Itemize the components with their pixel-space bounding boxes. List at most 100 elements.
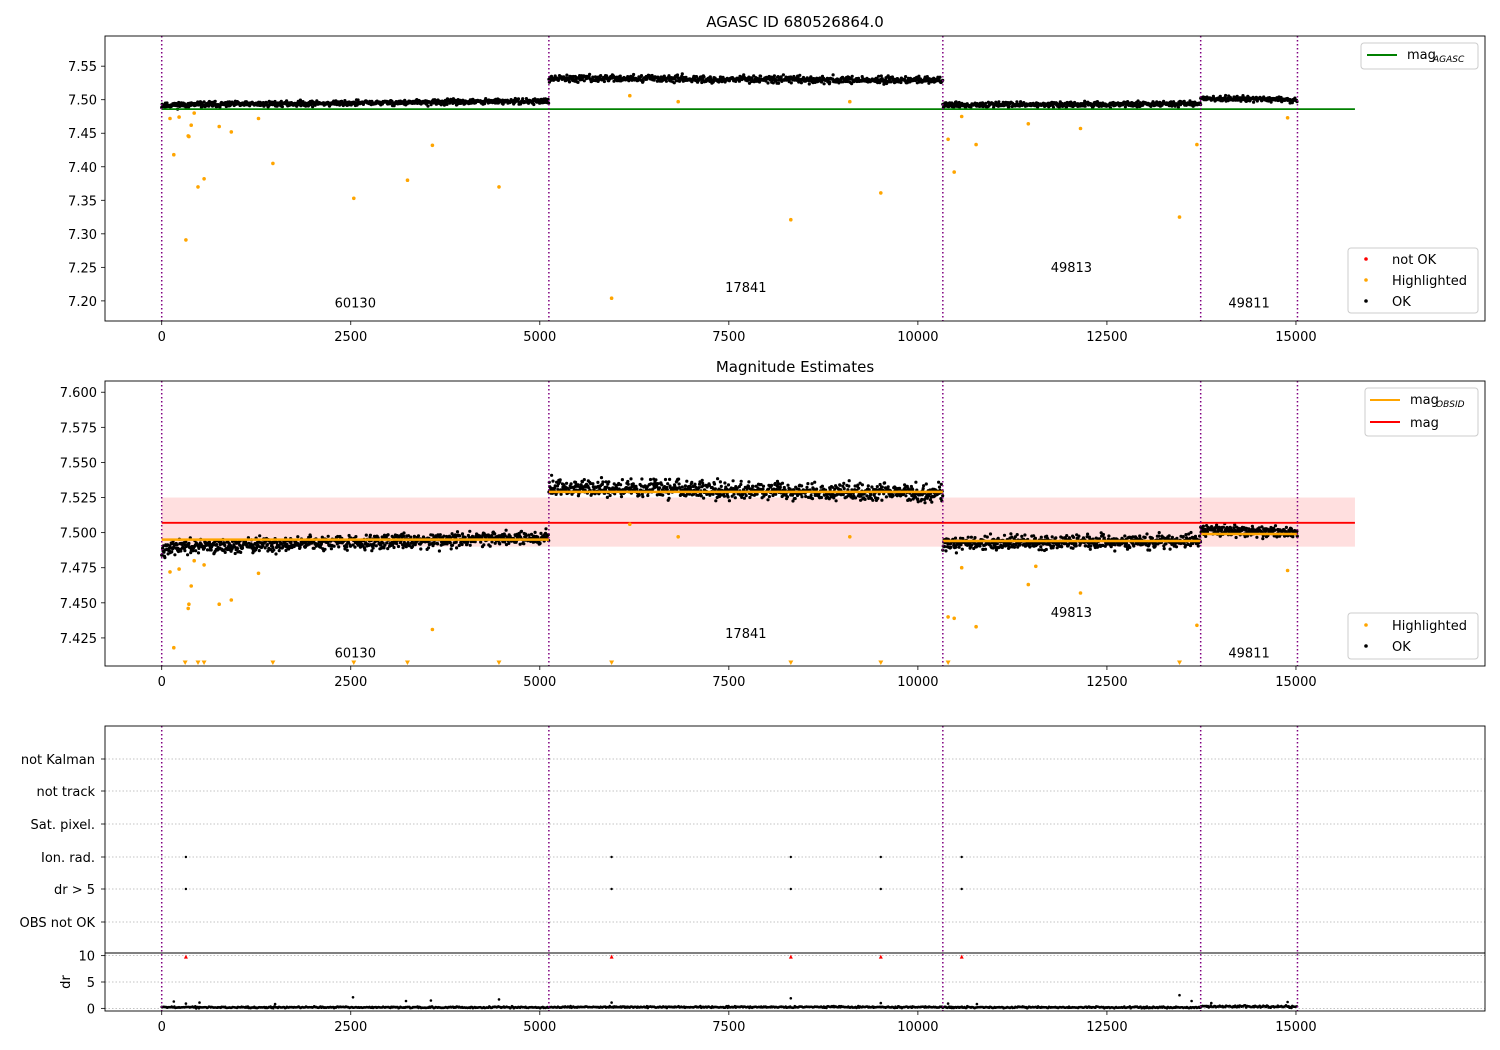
ok-point [233,551,237,556]
ok-point [607,480,611,484]
dr-tick-label: 0 [87,1002,95,1017]
ok-point [697,486,701,490]
y-tick-label: 7.425 [60,632,97,647]
ok-point [426,104,430,108]
ok-point [680,485,684,489]
flag-row-label: Sat. pixel. [31,818,95,833]
below-range-marker [201,660,207,665]
ok-point [727,499,732,503]
ok-point [488,544,492,548]
flag-point [960,855,963,859]
y-tick-label: 7.450 [60,597,97,612]
ok-point [215,542,219,547]
ok-point [1275,535,1279,539]
ok-point [544,527,548,531]
ok-point [854,496,858,500]
ok-point [1196,544,1200,548]
y-tick-label: 7.50 [68,94,97,109]
highlighted-point [405,178,410,182]
ok-point [565,73,569,77]
legend-subscript: OBSID [1436,400,1465,410]
ok-point [1088,547,1092,551]
ok-point [886,485,890,489]
ok-point [700,80,704,85]
ok-point [402,531,406,535]
ok-point [1023,533,1027,537]
legend-marker [1364,278,1368,282]
ok-point [938,75,942,79]
ok-point [179,549,183,553]
flag-point [184,887,188,891]
ok-point [916,497,920,501]
ok-point [774,492,778,496]
highlighted-point [789,217,793,222]
highlighted-point [256,571,261,576]
ok-point [498,542,502,546]
ok-point [654,478,658,482]
y-tick-label: 7.600 [60,386,97,401]
ok-point [711,492,715,496]
ok-point [170,550,174,554]
legend-marker [1364,257,1368,261]
ok-point [1234,535,1238,540]
ok-point [838,483,842,487]
x-tick-label: 2500 [334,330,367,345]
legend-label: mag [1410,416,1439,431]
ok-point [532,102,536,107]
ok-point [944,549,948,553]
flag-point [184,855,188,859]
ok-point [750,493,754,497]
ok-point [1157,531,1161,535]
ok-point [601,480,605,484]
ok-point [280,105,284,109]
highlighted-point [172,152,176,157]
ok-point [923,501,927,505]
ok-point [1107,534,1111,538]
below-range-marker [609,660,615,665]
ok-point [1168,547,1172,551]
dr-tick-label: 10 [78,950,95,965]
ok-point [460,542,464,547]
highlighted-point [1034,564,1038,569]
agasc-magnitude-panel: 601301784149813498110 2500 5000 7500 10000 12… [68,13,1486,345]
ok-point [396,544,401,549]
ok-point [1086,532,1090,536]
ok-point [683,484,688,488]
highlighted-point [676,535,680,539]
ok-point [751,484,755,488]
ok-point [847,479,851,483]
legend-label: Highlighted [1392,274,1467,289]
ok-point [726,483,731,487]
ok-point [898,486,902,490]
highlighted-point [352,196,356,201]
ok-point [163,556,167,560]
ok-point [667,496,671,500]
ok-point [596,480,600,484]
ok-point [1174,545,1179,549]
ok-point [1210,525,1214,529]
ok-point [1077,534,1081,538]
ok-point [1164,542,1168,546]
ok-point [973,536,977,540]
highlighted-point [196,185,200,189]
y-tick-label: 7.575 [60,421,97,436]
ok-point [460,532,465,536]
highlighted-point [946,615,950,619]
ok-point [620,478,625,482]
ok-point [1261,537,1265,541]
ok-point [426,546,431,550]
highlighted-point [609,296,614,301]
ok-point [786,483,790,487]
ok-point [664,79,669,83]
ok-point [619,483,623,487]
ok-point [1184,533,1188,537]
ok-point [941,494,945,498]
ok-point [602,79,607,84]
ok-point [641,495,645,499]
highlighted-point [177,115,181,119]
ok-point [1148,548,1152,552]
highlighted-point [959,565,964,570]
ok-point [799,81,804,85]
flags-panel: not Kalmannot trackSat. pixel.Ion. rad.d… [20,725,1486,1035]
ok-point [978,544,982,548]
